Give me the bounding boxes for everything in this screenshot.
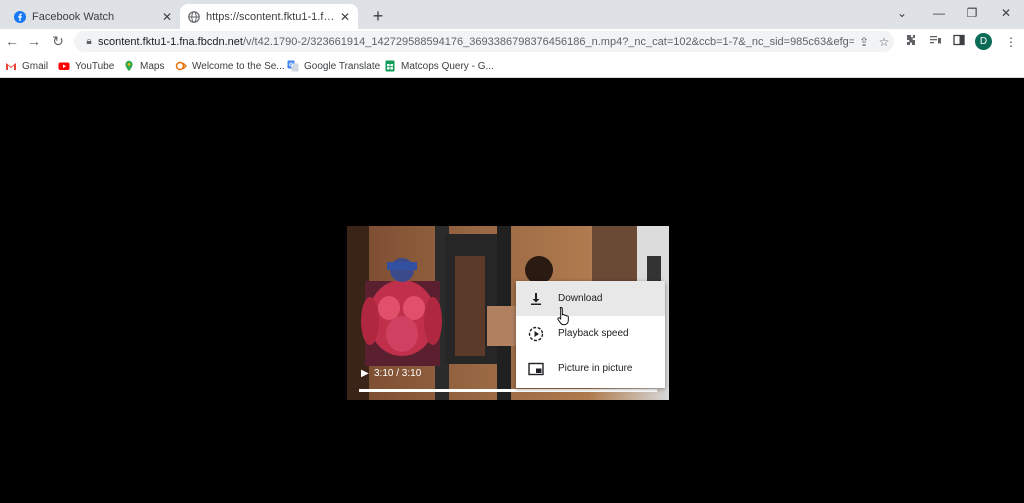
lock-icon[interactable]: 🔒︎ (80, 36, 98, 47)
video-progress-fill (359, 389, 657, 392)
download-icon (528, 291, 544, 307)
video-progress-bar[interactable] (359, 389, 657, 392)
tab-label: Facebook Watch (32, 10, 115, 23)
tab-label: https://scontent.fktu1-1.fna.fbcdn.n (206, 10, 336, 23)
side-panel-icon[interactable] (950, 33, 968, 51)
bookmark-maps[interactable]: Maps (123, 58, 164, 74)
svg-text:G: G (289, 63, 293, 69)
maps-icon (125, 60, 133, 72)
url-host: scontent.fktu1-1.fna.fbcdn.net (98, 35, 243, 48)
play-icon[interactable]: ▶ (361, 368, 373, 380)
bookmark-google-translate[interactable]: G Google Translate (287, 58, 380, 74)
hand-cursor-icon (557, 307, 569, 326)
restore-icon[interactable]: ❐ (958, 4, 986, 22)
site-icon (175, 61, 187, 71)
profile-avatar[interactable]: D (975, 33, 992, 50)
bookmarks-bar: Gmail YouTube Maps Welcome to the Se... … (0, 54, 1024, 78)
menu-item-label: Picture in picture (558, 363, 633, 374)
menu-item-picture-in-picture[interactable]: Picture in picture (516, 351, 665, 386)
menu-item-playback-speed[interactable]: Playback speed (516, 316, 665, 351)
youtube-icon (58, 62, 70, 70)
more-menu-icon[interactable]: ⋮ (1002, 33, 1020, 51)
video-options-menu: Download Playback speed Picture in pictu… (516, 281, 665, 388)
bookmark-label: Google Translate (304, 60, 381, 72)
extensions-icon[interactable] (902, 33, 920, 51)
bookmark-welcome[interactable]: Welcome to the Se... (175, 58, 285, 74)
new-tab-button[interactable]: + (368, 6, 388, 26)
menu-item-download[interactable]: Download (516, 281, 665, 316)
back-icon[interactable]: ← (3, 32, 21, 50)
reload-icon[interactable]: ↻ (49, 32, 67, 50)
sheets-icon (385, 60, 395, 72)
bookmark-matcops-query[interactable]: Matcops Query - G... (384, 58, 494, 74)
menu-item-label: Playback speed (558, 328, 629, 339)
video-time: 3:10 / 3:10 (374, 368, 422, 379)
picture-in-picture-icon (528, 361, 544, 377)
url-text[interactable]: scontent.fktu1-1.fna.fbcdn.net/v/t42.179… (98, 36, 854, 48)
gmail-icon (6, 63, 16, 70)
bookmark-youtube[interactable]: YouTube (58, 58, 114, 74)
tab-strip: Facebook Watch ✕ https://scontent.fktu1-… (0, 0, 1024, 29)
address-bar[interactable]: 🔒︎ scontent.fktu1-1.fna.fbcdn.net/v/t42.… (74, 31, 894, 52)
bookmark-star-icon[interactable]: ☆ (874, 35, 894, 49)
browser-toolbar: ← → ↻ 🔒︎ scontent.fktu1-1.fna.fbcdn.net/… (0, 29, 1024, 54)
reading-list-icon[interactable] (926, 33, 944, 51)
bookmark-label: Welcome to the Se... (192, 60, 285, 72)
bookmark-gmail[interactable]: Gmail (5, 58, 48, 74)
bookmark-label: Gmail (22, 60, 49, 72)
bookmark-label: Maps (140, 60, 165, 72)
tab-facebook-watch[interactable]: Facebook Watch ✕ (6, 4, 180, 29)
tab-search-icon[interactable]: ⌄ (888, 4, 916, 22)
playback-speed-icon (528, 326, 544, 342)
tab-video-url[interactable]: https://scontent.fktu1-1.fna.fbcdn.n ✕ (180, 4, 358, 29)
tab-close-icon[interactable]: ✕ (158, 10, 176, 24)
bookmark-label: Matcops Query - G... (401, 60, 494, 72)
facebook-icon (14, 10, 26, 23)
minimize-icon[interactable]: — (925, 4, 953, 22)
bookmark-label: YouTube (75, 60, 115, 72)
tab-close-icon[interactable]: ✕ (336, 10, 354, 24)
translate-icon: G (287, 60, 299, 72)
menu-item-label: Download (558, 293, 603, 304)
globe-icon (188, 10, 200, 23)
close-icon[interactable]: ✕ (992, 4, 1020, 22)
url-path: /v/t42.1790-2/323661914_142729588594176_… (242, 35, 854, 48)
share-icon[interactable]: ⇪ (854, 35, 874, 49)
forward-icon[interactable]: → (25, 32, 43, 50)
